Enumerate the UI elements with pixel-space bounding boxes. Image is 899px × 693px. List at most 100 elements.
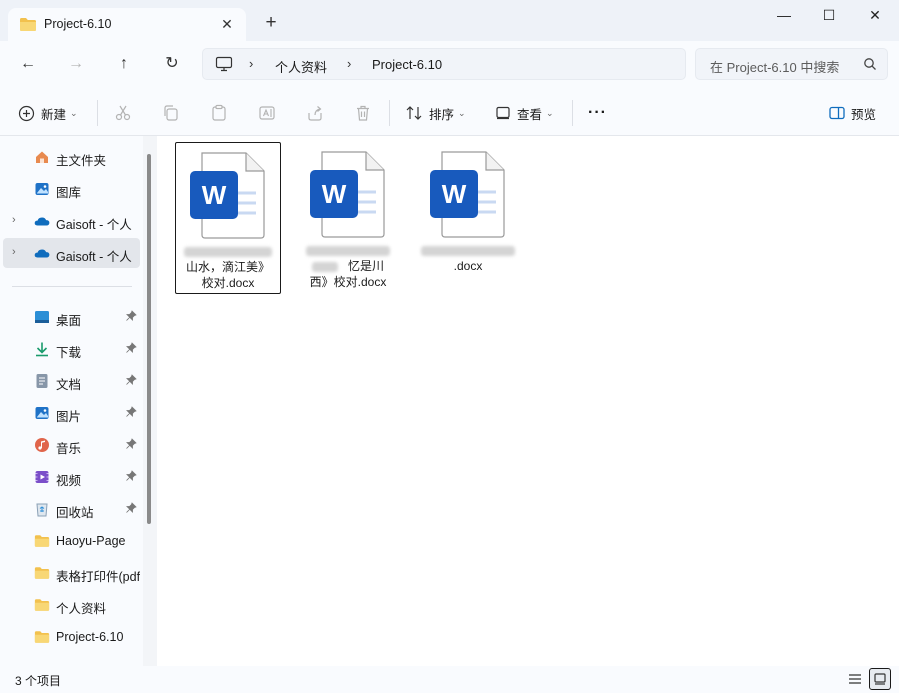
file-item[interactable]: W 忆是川 西》校对.docx bbox=[296, 142, 402, 294]
sidebar-item-home[interactable]: 主文件夹 bbox=[3, 142, 140, 172]
sidebar-scrollbar-thumb[interactable] bbox=[147, 154, 151, 524]
file-item[interactable]: W 山水，滴江美》 校对.docx bbox=[175, 142, 281, 294]
toolbar-divider bbox=[389, 100, 390, 126]
sidebar-item-pictures[interactable]: 图片 bbox=[3, 398, 140, 428]
video-icon bbox=[34, 469, 50, 485]
share-icon[interactable] bbox=[304, 102, 326, 124]
sidebar-item-documents[interactable]: 文档 bbox=[3, 366, 140, 396]
svg-text:W: W bbox=[442, 179, 467, 209]
sidebar-item-folder-tables[interactable]: 表格打印件(pdf bbox=[3, 558, 140, 588]
status-bar: 3 个项目 bbox=[0, 666, 899, 693]
toolbar-divider bbox=[97, 100, 98, 126]
details-view-button[interactable] bbox=[844, 668, 866, 690]
new-label: 新建 bbox=[41, 107, 67, 122]
search-input[interactable]: 在 Project-6.10 中搜索 bbox=[710, 57, 850, 76]
chevron-down-icon: ⌄ bbox=[458, 107, 466, 118]
word-document-icon: W bbox=[308, 148, 388, 243]
sidebar-item-label: Project-6.10 bbox=[56, 630, 124, 644]
maximize-button[interactable]: ☐ bbox=[806, 0, 852, 32]
chevron-right-icon[interactable]: › bbox=[12, 214, 16, 226]
preview-pane-icon bbox=[829, 106, 845, 120]
tab-title: Project-6.10 bbox=[44, 17, 112, 31]
folder-icon bbox=[34, 565, 50, 581]
up-button[interactable]: ↑ bbox=[110, 51, 138, 77]
pin-icon[interactable] bbox=[125, 406, 137, 421]
tab-close-icon[interactable]: ✕ bbox=[216, 13, 238, 35]
rename-icon[interactable] bbox=[256, 102, 278, 124]
desktop-icon bbox=[34, 309, 50, 325]
search-icon[interactable] bbox=[863, 57, 877, 74]
sidebar-item-label: 表格打印件(pdf bbox=[56, 570, 140, 584]
music-icon bbox=[34, 437, 50, 453]
sidebar-item-gallery[interactable]: 图库 bbox=[3, 174, 140, 204]
chevron-down-icon: ⌄ bbox=[70, 107, 78, 118]
redacted-text bbox=[311, 261, 338, 272]
new-tab-button[interactable]: + bbox=[258, 12, 284, 38]
file-name-line: 西》校对.docx bbox=[309, 275, 387, 289]
sidebar-item-recycle-bin[interactable]: 回收站 bbox=[3, 494, 140, 524]
home-icon bbox=[34, 149, 50, 165]
forward-button[interactable]: → bbox=[62, 51, 90, 77]
breadcrumb-separator[interactable]: › bbox=[347, 56, 351, 71]
sidebar-item-label: Gaisoft - 个人 bbox=[56, 250, 132, 264]
pin-icon[interactable] bbox=[125, 438, 137, 453]
folder-icon bbox=[19, 17, 37, 35]
chevron-right-icon[interactable]: › bbox=[12, 246, 16, 258]
file-item[interactable]: W .docx bbox=[416, 142, 522, 294]
sidebar-item-onedrive-selected[interactable]: › Gaisoft - 个人 bbox=[3, 238, 140, 268]
close-window-button[interactable]: ✕ bbox=[852, 0, 898, 32]
address-bar[interactable]: › 个人资料 › Project-6.10 bbox=[202, 48, 686, 80]
sidebar-item-music[interactable]: 音乐 bbox=[3, 430, 140, 460]
file-name: 山水，滴江美》 校对.docx bbox=[178, 243, 278, 291]
pin-icon[interactable] bbox=[125, 470, 137, 485]
pin-icon[interactable] bbox=[125, 502, 137, 517]
sidebar-item-folder-haoyu[interactable]: Haoyu-Page bbox=[3, 526, 140, 556]
command-bar: 新建 ⌄ 排序 ⌄ 查看 ⌄ ··· 预览 bbox=[0, 88, 899, 136]
sidebar-item-folder-personal[interactable]: 个人资料 bbox=[3, 590, 140, 620]
file-name: .docx bbox=[418, 242, 518, 274]
refresh-button[interactable]: ↻ bbox=[158, 51, 186, 77]
navigation-bar: ← → ↑ ↻ › 个人资料 › Project-6.10 在 Project-… bbox=[0, 41, 899, 88]
sidebar-item-folder-project[interactable]: Project-6.10 bbox=[3, 622, 140, 652]
breadcrumb-separator[interactable]: › bbox=[249, 56, 253, 71]
sidebar-item-label: Gaisoft - 个人 bbox=[56, 218, 132, 232]
search-box[interactable]: 在 Project-6.10 中搜索 bbox=[695, 48, 888, 80]
breadcrumb-segment-personal[interactable]: 个人资料 bbox=[275, 57, 327, 76]
pictures-icon bbox=[34, 405, 50, 421]
redacted-text bbox=[421, 245, 515, 256]
pin-icon[interactable] bbox=[125, 342, 137, 357]
view-label: 查看 bbox=[517, 107, 543, 122]
tiles-view-icon bbox=[874, 673, 886, 685]
copy-icon[interactable] bbox=[160, 102, 182, 124]
sidebar-item-onedrive[interactable]: › Gaisoft - 个人 bbox=[3, 206, 140, 236]
delete-icon[interactable] bbox=[352, 102, 374, 124]
sort-button[interactable]: 排序 ⌄ bbox=[405, 101, 466, 125]
cut-icon[interactable] bbox=[112, 102, 134, 124]
sidebar-item-desktop[interactable]: 桌面 bbox=[3, 302, 140, 332]
minimize-button[interactable]: — bbox=[761, 0, 807, 32]
pin-icon[interactable] bbox=[125, 310, 137, 325]
paste-icon[interactable] bbox=[208, 102, 230, 124]
word-document-icon: W bbox=[188, 149, 268, 244]
sidebar-item-downloads[interactable]: 下载 bbox=[3, 334, 140, 364]
tab-project[interactable]: Project-6.10 ✕ bbox=[8, 8, 246, 41]
large-icons-view-button[interactable] bbox=[869, 668, 891, 690]
new-button[interactable]: 新建 ⌄ bbox=[18, 101, 78, 125]
sidebar-item-label: 个人资料 bbox=[56, 602, 107, 616]
gallery-icon bbox=[34, 181, 50, 197]
view-button[interactable]: 查看 ⌄ bbox=[495, 101, 554, 125]
sidebar-item-videos[interactable]: 视频 bbox=[3, 462, 140, 492]
sidebar-item-label: 图库 bbox=[56, 186, 82, 200]
navigation-pane: 主文件夹 图库 › Gaisoft - 个人 › Gaisoft - 个人 桌面… bbox=[0, 136, 157, 666]
more-options-button[interactable]: ··· bbox=[588, 101, 607, 125]
download-icon bbox=[34, 341, 50, 357]
breadcrumb-segment-project[interactable]: Project-6.10 bbox=[372, 57, 442, 72]
computer-icon[interactable] bbox=[215, 56, 233, 75]
word-document-icon: W bbox=[428, 148, 508, 243]
sidebar-divider bbox=[12, 286, 132, 287]
redacted-text bbox=[306, 245, 390, 256]
pin-icon[interactable] bbox=[125, 374, 137, 389]
preview-button[interactable]: 预览 bbox=[829, 101, 876, 125]
redacted-text bbox=[184, 246, 272, 257]
back-button[interactable]: ← bbox=[14, 51, 42, 77]
